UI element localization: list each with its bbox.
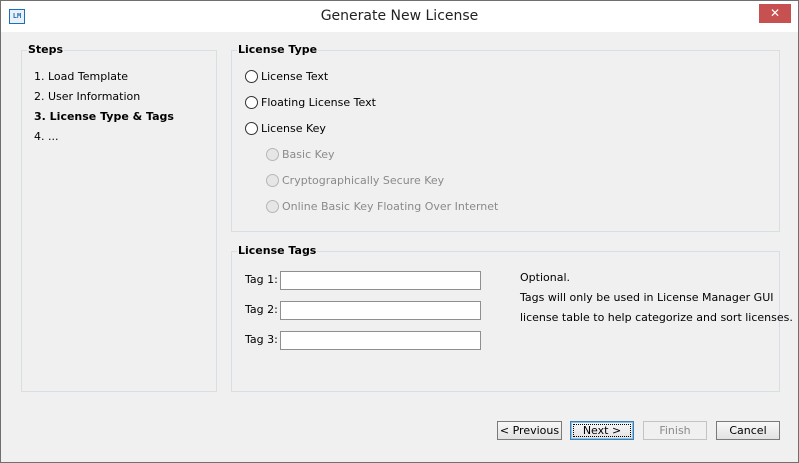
steps-title: Steps <box>27 43 65 56</box>
license-tags-title: License Tags <box>237 244 318 257</box>
generate-license-dialog: LM Generate New License ✕ Steps 1. Load … <box>0 0 799 463</box>
step-more: 4. ... <box>34 130 59 143</box>
license-key-label: License Key <box>261 122 326 135</box>
tags-note-line-2: Tags will only be used in License Manage… <box>520 291 774 304</box>
floating-license-text-label: Floating License Text <box>261 96 376 109</box>
step-load-template: 1. Load Template <box>34 70 129 83</box>
close-icon[interactable]: ✕ <box>759 4 791 23</box>
radio-license-text[interactable] <box>245 70 258 83</box>
radio-floating-license-text[interactable] <box>245 96 258 109</box>
tags-note-optional: Optional. <box>520 271 571 284</box>
tag-2-input[interactable] <box>280 301 481 320</box>
finish-button[interactable]: Finish <box>643 421 707 440</box>
tag-2-label: Tag 2: <box>245 303 278 316</box>
online-basic-key-label: Online Basic Key Floating Over Internet <box>282 200 499 213</box>
tag-3-input[interactable] <box>280 331 481 350</box>
radio-basic-key[interactable] <box>266 148 279 161</box>
step-license-type-tags: 3. License Type & Tags <box>34 110 174 123</box>
previous-button[interactable]: < Previous <box>497 421 562 440</box>
tag-1-label: Tag 1: <box>245 273 278 286</box>
step-user-information: 2. User Information <box>34 90 141 103</box>
next-button[interactable]: Next > <box>570 421 634 440</box>
tag-3-label: Tag 3: <box>245 333 278 346</box>
radio-crypto-secure-key[interactable] <box>266 174 279 187</box>
cancel-button[interactable]: Cancel <box>716 421 780 440</box>
window-title: Generate New License <box>320 8 479 24</box>
license-type-title: License Type <box>237 43 319 56</box>
radio-license-key[interactable] <box>245 122 258 135</box>
basic-key-label: Basic Key <box>282 148 335 161</box>
license-text-label: License Text <box>261 70 329 83</box>
radio-online-basic-key[interactable] <box>266 200 279 213</box>
title-bar[interactable]: LM Generate New License ✕ <box>1 1 798 32</box>
tag-1-input[interactable] <box>280 271 481 290</box>
crypto-secure-key-label: Cryptographically Secure Key <box>282 174 445 187</box>
tags-note-line-3: license table to help categorize and sor… <box>520 311 793 324</box>
